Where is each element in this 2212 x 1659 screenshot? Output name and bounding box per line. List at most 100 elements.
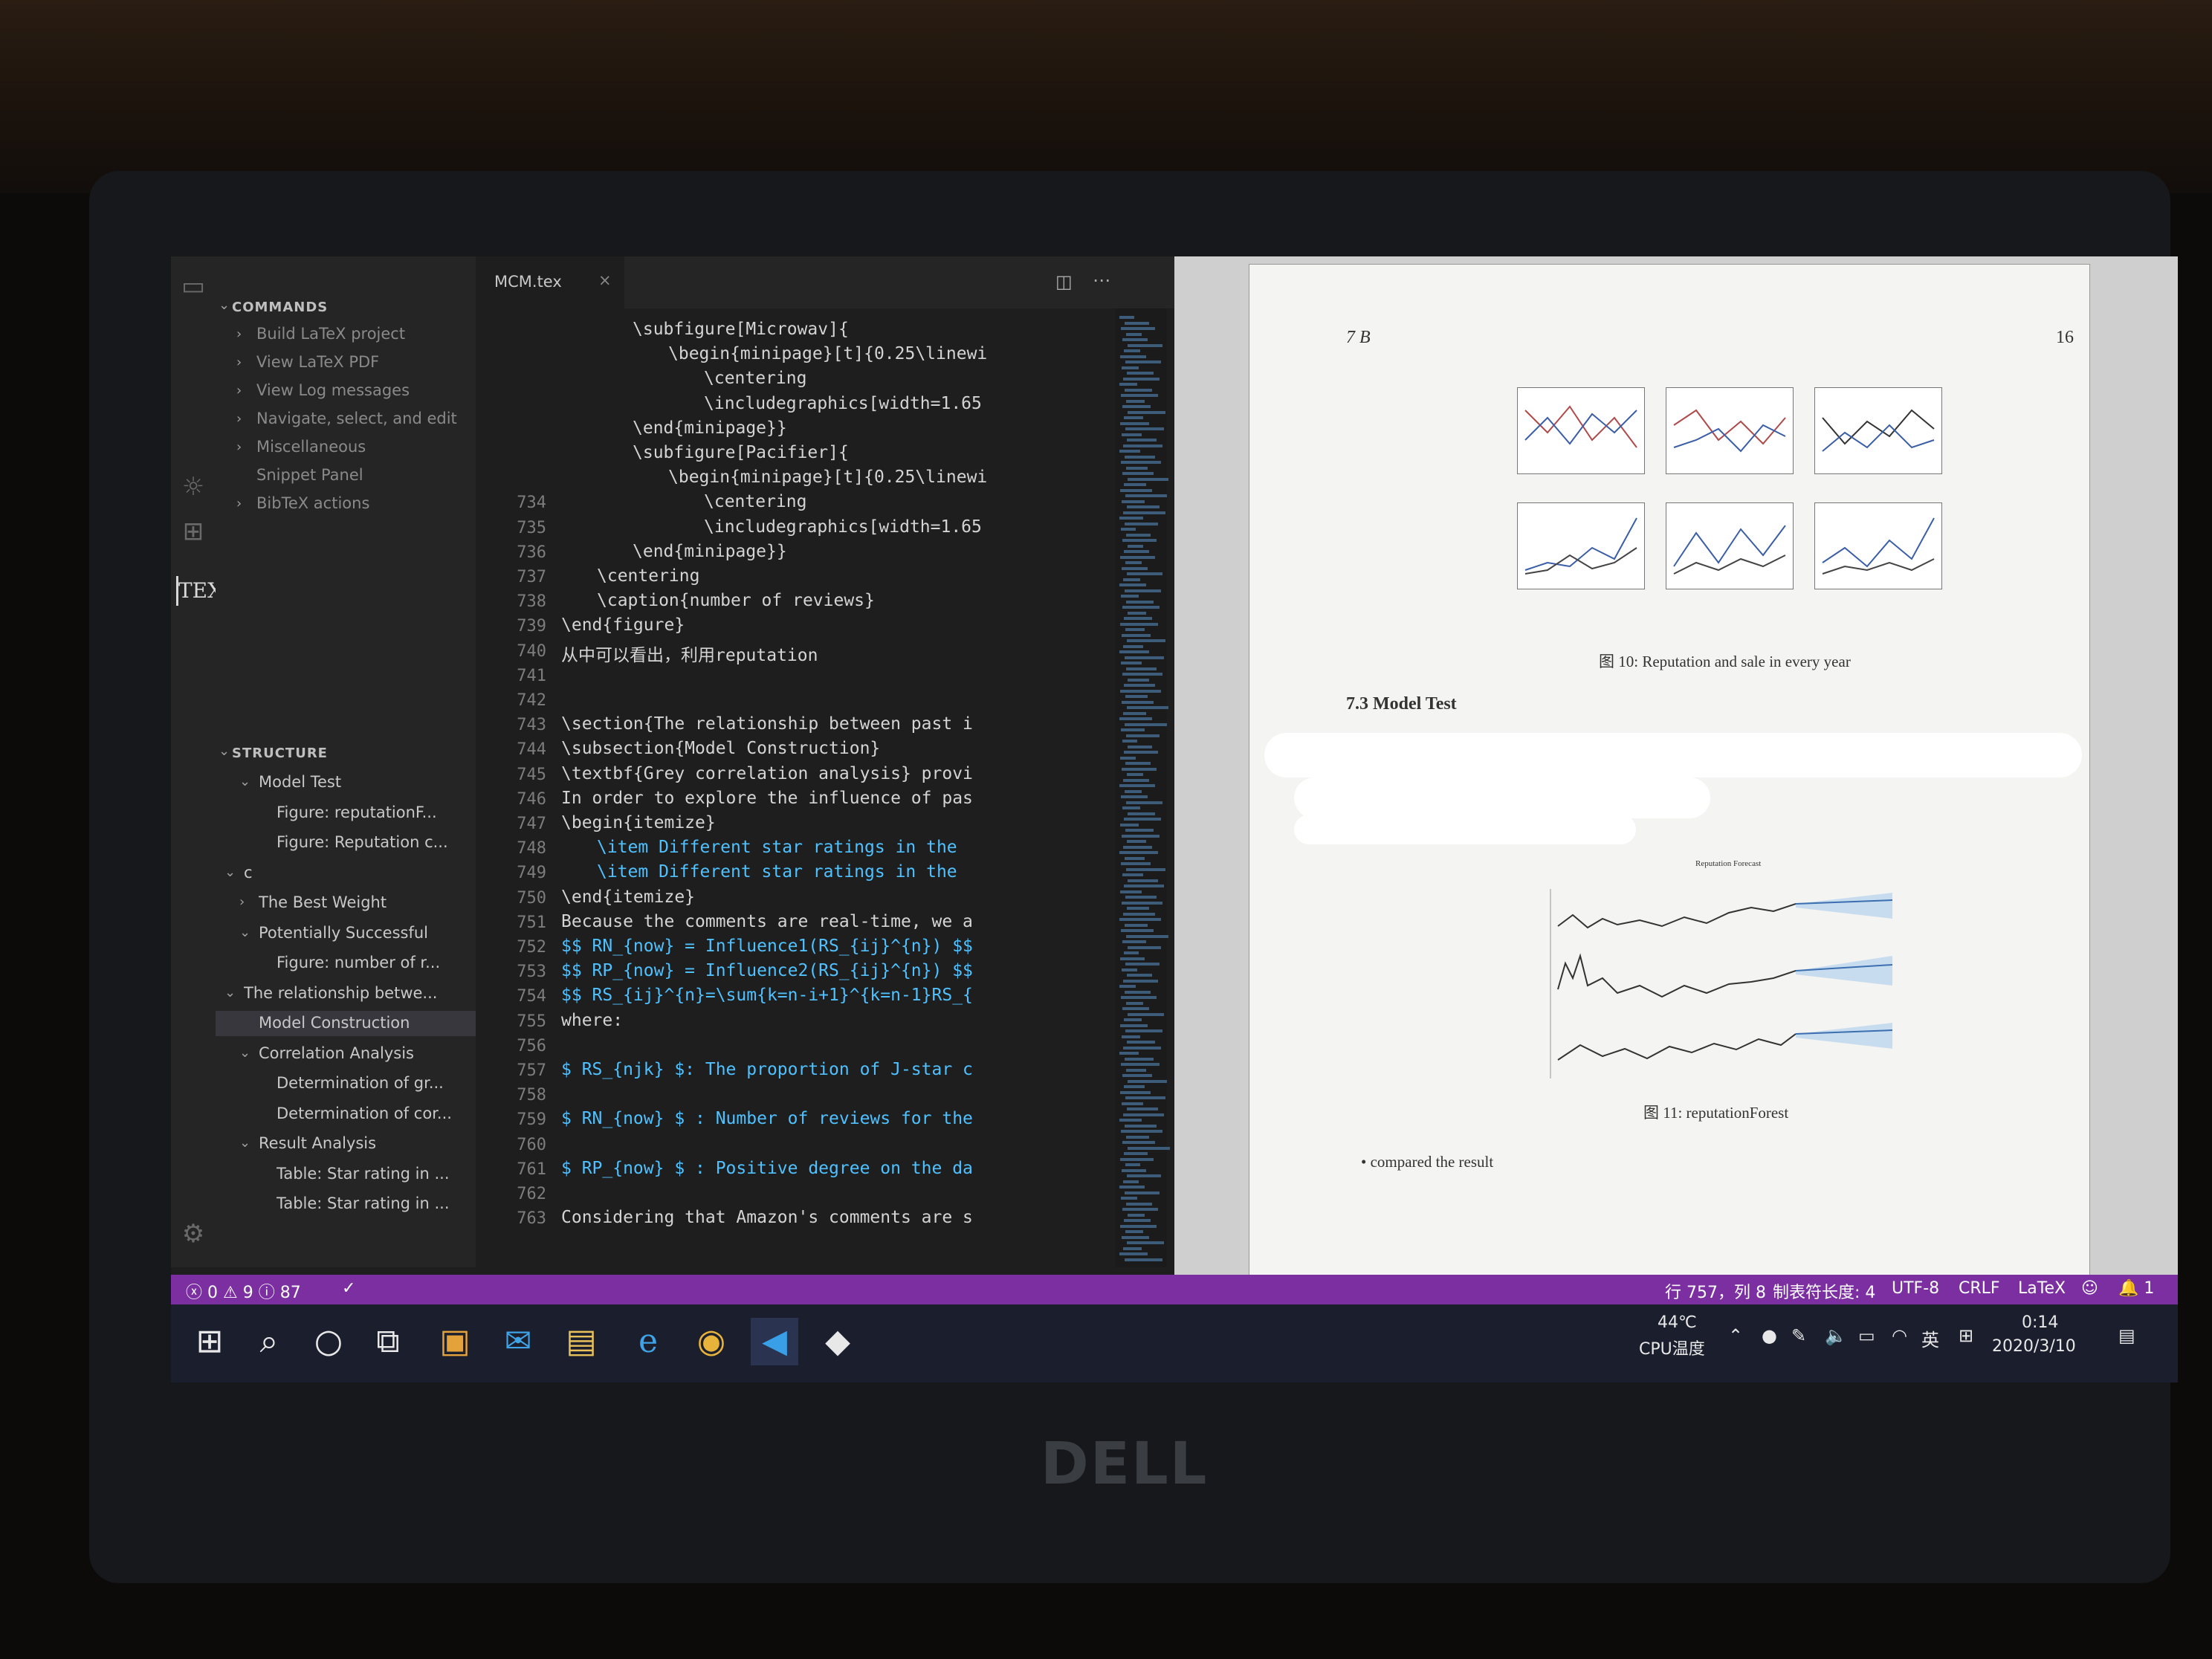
- file-explorer-icon[interactable]: ▤: [557, 1318, 605, 1365]
- vscode-icon[interactable]: ◀: [751, 1318, 798, 1365]
- command-item[interactable]: View Log messages: [256, 381, 410, 399]
- chevron-right-icon[interactable]: ›: [236, 411, 242, 427]
- code-line[interactable]: $$ RP_{now} = Influence2(RS_{ij}^{n}) $$: [561, 961, 973, 980]
- mail-icon[interactable]: ✉: [494, 1318, 542, 1365]
- code-line[interactable]: $$ RN_{now} = Influence1(RS_{ij}^{n}) $$: [561, 937, 973, 956]
- search-icon[interactable]: ⌕: [245, 1318, 293, 1365]
- command-item[interactable]: Snippet Panel: [256, 466, 363, 484]
- command-item[interactable]: Miscellaneous: [256, 438, 366, 456]
- extensions-icon[interactable]: ⊞: [178, 517, 208, 546]
- commands-header[interactable]: COMMANDS: [232, 300, 328, 315]
- chevron-down-icon[interactable]: ⌄: [219, 297, 230, 313]
- code-line[interactable]: where:: [561, 1011, 623, 1030]
- code-line[interactable]: Considering that Amazon's comments are s: [561, 1208, 973, 1227]
- pen-icon[interactable]: ✎: [1791, 1325, 1806, 1346]
- tray-app-icon[interactable]: ●: [1762, 1325, 1777, 1346]
- structure-item[interactable]: Determination of gr...: [276, 1074, 476, 1092]
- code-line[interactable]: $ RS_{njk} $: The proportion of J-star c: [561, 1060, 973, 1079]
- structure-item[interactable]: Correlation Analysis: [259, 1044, 473, 1062]
- chevron-up-icon[interactable]: ⌃: [1728, 1325, 1743, 1346]
- wifi-icon[interactable]: ◠: [1892, 1325, 1907, 1346]
- code-line[interactable]: 从中可以看出，利用reputation: [561, 641, 818, 666]
- code-line[interactable]: \end{minipage}}: [633, 542, 787, 561]
- gear-icon[interactable]: ⚙: [178, 1219, 208, 1249]
- battery-icon[interactable]: ▭: [1858, 1325, 1875, 1346]
- code-line[interactable]: $$ RS_{ij}^{n}=\sum{k=n-i+1}^{k=n-1}RS_{: [561, 986, 973, 1005]
- chrome-icon[interactable]: ◉: [688, 1318, 735, 1365]
- code-line[interactable]: \subfigure[Microwav]{: [633, 320, 849, 339]
- command-item[interactable]: View LaTeX PDF: [256, 353, 379, 371]
- code-line[interactable]: \includegraphics[width=1.65: [704, 517, 982, 537]
- split-editor-icon[interactable]: ◫: [1055, 271, 1073, 292]
- language-mode[interactable]: LaTeX: [2018, 1279, 2066, 1298]
- chevron-down-icon[interactable]: ⌄: [219, 743, 230, 759]
- tex-icon[interactable]: TEX: [176, 576, 222, 606]
- code-line[interactable]: \section{The relationship between past i: [561, 714, 973, 734]
- command-item[interactable]: Navigate, select, and edit: [256, 410, 457, 427]
- tab-size[interactable]: 制表符长度: 4: [1773, 1279, 1875, 1303]
- structure-item[interactable]: Determination of cor...: [276, 1105, 476, 1122]
- structure-item[interactable]: The relationship betwe...: [244, 984, 473, 1002]
- code-line[interactable]: \end{minipage}}: [633, 418, 787, 438]
- chevron-right-icon[interactable]: ›: [236, 439, 242, 455]
- code-line[interactable]: \centering: [704, 369, 806, 388]
- cpu-temperature[interactable]: 44℃: [1658, 1313, 1697, 1332]
- code-line[interactable]: \centering: [704, 492, 806, 511]
- windows-start-icon[interactable]: ⊞: [186, 1318, 233, 1365]
- task-view-icon[interactable]: ⧉: [364, 1318, 412, 1365]
- code-line[interactable]: \subsection{Model Construction}: [561, 739, 880, 758]
- code-line[interactable]: \begin{itemize}: [561, 813, 716, 832]
- encoding[interactable]: UTF-8: [1892, 1279, 1939, 1298]
- notifications[interactable]: 🔔 1: [2118, 1279, 2154, 1298]
- feedback-icon[interactable]: ☺: [2081, 1279, 2098, 1298]
- code-line[interactable]: \includegraphics[width=1.65: [704, 394, 982, 413]
- structure-item[interactable]: Figure: number of r...: [276, 954, 476, 971]
- code-line[interactable]: $ RP_{now} $ : Positive degree on the da: [561, 1159, 973, 1178]
- problems-indicator[interactable]: ⓧ 0 ⚠ 9 ⓘ 87: [186, 1279, 301, 1303]
- pdf-page[interactable]: 7 B 16 图 10: Reputation and sale in ever…: [1249, 264, 2090, 1276]
- code-line[interactable]: Because the comments are real-time, we a: [561, 912, 973, 931]
- minimap[interactable]: [1115, 308, 1170, 1267]
- structure-item[interactable]: Model Construction: [259, 1014, 473, 1032]
- chevron-down-icon[interactable]: ⌄: [239, 1045, 250, 1061]
- code-line[interactable]: \item Different star ratings in the: [597, 862, 957, 882]
- command-item[interactable]: BibTeX actions: [256, 494, 369, 512]
- structure-item[interactable]: Potentially Successful: [259, 924, 473, 942]
- structure-header[interactable]: STRUCTURE: [232, 746, 328, 761]
- structure-item[interactable]: Figure: reputationF...: [276, 803, 476, 821]
- chevron-right-icon[interactable]: ›: [236, 355, 242, 370]
- action-center-icon[interactable]: ▤: [2118, 1325, 2135, 1346]
- volume-icon[interactable]: 🔈: [1825, 1325, 1847, 1346]
- end-of-line[interactable]: CRLF: [1959, 1279, 2000, 1298]
- clock-time[interactable]: 0:14: [2022, 1313, 2058, 1332]
- cursor-position[interactable]: 行 757，列 8: [1665, 1279, 1766, 1303]
- code-line[interactable]: \subfigure[Pacifier]{: [633, 443, 849, 462]
- close-icon[interactable]: ×: [598, 271, 612, 289]
- code-line[interactable]: \end{itemize}: [561, 887, 695, 907]
- structure-item[interactable]: Result Analysis: [259, 1134, 473, 1152]
- chevron-down-icon[interactable]: ⌄: [239, 774, 250, 789]
- keyboard-icon[interactable]: ⊞: [1959, 1325, 1973, 1346]
- store-icon[interactable]: ▣: [431, 1318, 479, 1365]
- check-icon[interactable]: ✓: [342, 1279, 355, 1298]
- structure-item[interactable]: Table: Star rating in ...: [276, 1194, 476, 1212]
- cortana-icon[interactable]: ○: [305, 1318, 352, 1365]
- code-line[interactable]: $ RN_{now} $ : Number of reviews for the: [561, 1109, 973, 1128]
- chevron-down-icon[interactable]: ⌄: [224, 864, 236, 880]
- app-icon[interactable]: ◆: [814, 1318, 861, 1365]
- code-line[interactable]: In order to explore the influence of pas: [561, 789, 973, 808]
- debug-icon[interactable]: ☼: [178, 472, 208, 502]
- structure-item[interactable]: The Best Weight: [259, 893, 473, 911]
- ime-indicator[interactable]: 英: [1921, 1325, 1939, 1351]
- tab-mcm-tex[interactable]: MCM.tex ×: [476, 256, 624, 308]
- code-line[interactable]: \centering: [597, 566, 699, 586]
- chevron-right-icon[interactable]: ›: [236, 326, 242, 342]
- clock-date[interactable]: 2020/3/10: [1992, 1337, 2076, 1356]
- structure-item[interactable]: Model Test: [259, 773, 473, 791]
- structure-item[interactable]: Figure: Reputation c...: [276, 833, 476, 851]
- chevron-down-icon[interactable]: ⌄: [239, 925, 250, 940]
- chevron-right-icon[interactable]: ›: [236, 383, 242, 398]
- edge-icon[interactable]: e: [624, 1318, 672, 1365]
- chevron-down-icon[interactable]: ⌄: [239, 1135, 250, 1151]
- more-actions-icon[interactable]: ⋯: [1093, 270, 1110, 291]
